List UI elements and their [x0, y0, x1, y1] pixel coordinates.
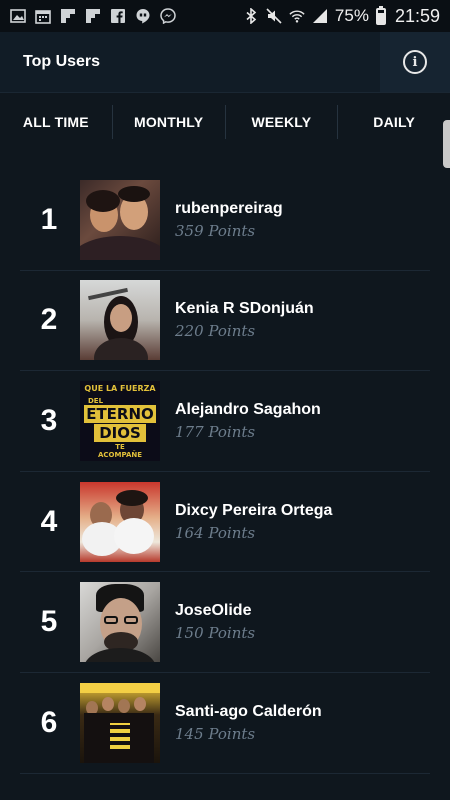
calendar-icon	[35, 8, 51, 24]
messenger-icon	[160, 8, 176, 24]
system-icons: 75% 21:59	[243, 5, 440, 27]
user-points: 220 Points	[175, 322, 256, 341]
notification-icons	[10, 8, 176, 24]
user-points: 145 Points	[175, 724, 256, 743]
user-name: Dixcy Pereira Ortega	[175, 501, 333, 519]
user-points: 150 Points	[175, 624, 256, 643]
rank-number: 4	[40, 504, 58, 538]
list-item[interactable]: 3 QUE LA FUERZA DEL ETERNO DIOS TE ACOMP…	[20, 371, 430, 472]
time-range-tabs: ALL TIME MONTHLY WEEKLY DAILY	[0, 92, 450, 150]
user-points: 164 Points	[175, 523, 256, 542]
clock: 21:59	[394, 5, 440, 26]
tab-weekly[interactable]: WEEKLY	[226, 104, 339, 139]
list-item[interactable]: 5 JoseOlide 150 Points	[20, 572, 430, 673]
image-icon	[10, 8, 26, 24]
battery-icon	[375, 5, 386, 25]
flipboard-icon	[60, 8, 76, 24]
list-item[interactable]: 4 Dixcy Pereira Ortega 164 Points	[20, 472, 430, 573]
page-title: Top Users	[23, 53, 101, 70]
user-name: rubenpereirag	[175, 199, 283, 217]
user-points: 177 Points	[175, 422, 256, 441]
user-name: JoseOlide	[175, 602, 252, 620]
wifi-icon	[289, 8, 305, 24]
list-item[interactable]: 1 rubenpereirag 359 Points	[20, 170, 430, 271]
tab-all-time[interactable]: ALL TIME	[0, 104, 113, 139]
bluetooth-icon	[243, 8, 259, 24]
rank-number: 6	[40, 705, 58, 739]
info-icon: i	[403, 50, 427, 74]
status-bar: 75% 21:59	[0, 0, 450, 32]
edge-panel-handle[interactable]	[443, 120, 450, 168]
battery-percentage: 75%	[334, 6, 369, 25]
user-name: Santi-ago Calderón	[175, 702, 322, 720]
rank-number: 5	[40, 605, 58, 639]
tab-daily[interactable]: DAILY	[338, 105, 450, 139]
list-item[interactable]: 2 Kenia R SDonjuán 220 Points	[20, 271, 430, 372]
info-button[interactable]: i	[380, 32, 450, 92]
list-item[interactable]: 6 Santi-ago Calderón 145 Points	[20, 673, 430, 774]
user-name: Kenia R SDonjuán	[175, 300, 314, 318]
rank-number: 2	[40, 303, 58, 337]
leaderboard-list: 1 rubenpereirag 359 Points 2 Kenia R SDo…	[20, 170, 430, 774]
avatar[interactable]: QUE LA FUERZA DEL ETERNO DIOS TE ACOMPAÑ…	[80, 380, 160, 461]
signal-icon	[312, 8, 328, 24]
app-bar: Top Users i	[0, 32, 450, 92]
hangouts-icon	[135, 8, 151, 24]
avatar[interactable]	[80, 280, 160, 361]
tab-monthly[interactable]: MONTHLY	[113, 104, 226, 139]
user-points: 359 Points	[175, 221, 256, 240]
rank-number: 3	[40, 403, 58, 437]
user-name: Alejandro Sagahon	[175, 400, 321, 418]
flipboard-icon	[85, 8, 101, 24]
rank-number: 1	[40, 202, 58, 236]
avatar[interactable]	[80, 582, 160, 663]
facebook-icon	[110, 8, 126, 24]
avatar[interactable]	[80, 682, 160, 763]
avatar[interactable]	[80, 481, 160, 562]
mute-icon	[266, 8, 282, 24]
avatar[interactable]	[80, 179, 160, 260]
